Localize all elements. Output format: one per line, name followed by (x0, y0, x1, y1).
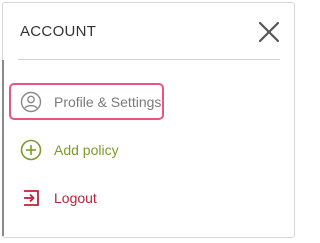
menu-item-label: Profile & Settings (54, 94, 162, 110)
panel-left-edge (2, 60, 4, 236)
menu-item-label: Logout (54, 190, 97, 206)
account-title: ACCOUNT (20, 23, 97, 40)
menu-item-profile-settings[interactable]: Profile & Settings (20, 87, 161, 117)
user-circle-icon (20, 91, 42, 113)
logout-icon (24, 190, 39, 206)
plus-circle-icon (20, 139, 42, 161)
menu-item-label: Add policy (54, 142, 119, 158)
menu-item-add-policy[interactable]: Add policy (20, 135, 119, 165)
close-icon (258, 21, 280, 43)
close-button[interactable] (257, 20, 281, 44)
header-divider (18, 59, 280, 60)
menu-item-logout[interactable]: Logout (20, 183, 97, 213)
